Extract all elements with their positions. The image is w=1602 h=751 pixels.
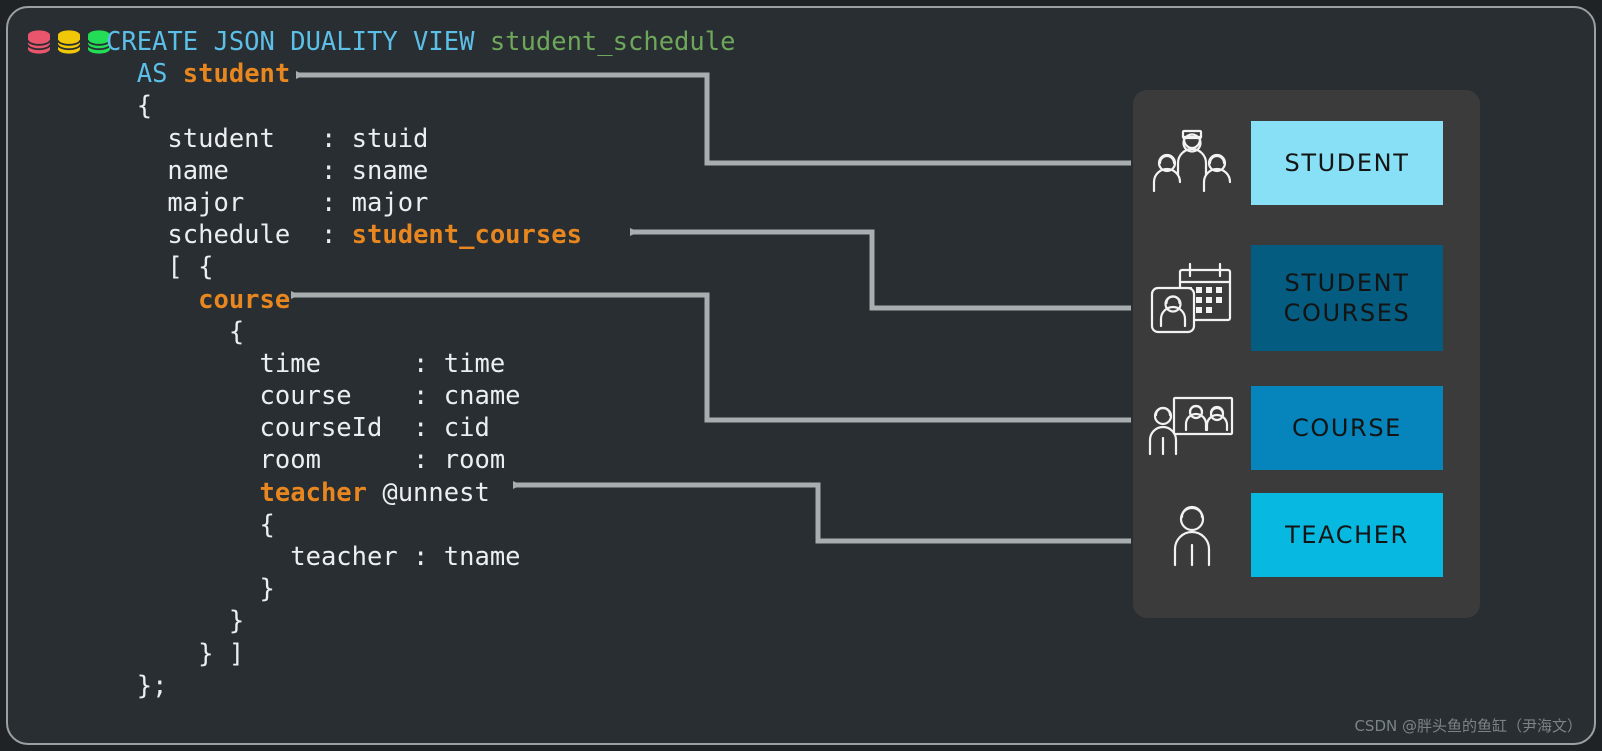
code-line-0: CREATE JSON DUALITY VIEW student_schedul… xyxy=(106,26,735,58)
code-token: student xyxy=(182,59,291,90)
code-line-17: } xyxy=(106,573,735,605)
code-token: @unnest xyxy=(367,477,490,508)
code-token: } ] xyxy=(198,638,245,669)
entity-box-student-courses[interactable]: STUDENT COURSES xyxy=(1251,245,1443,351)
entity-row-teacher[interactable]: TEACHER xyxy=(1133,485,1480,585)
database-icons-group xyxy=(26,28,112,58)
entity-row-student-courses[interactable]: STUDENT COURSES xyxy=(1133,245,1480,351)
code-line-8: course xyxy=(106,284,735,316)
code-token: } xyxy=(259,574,275,605)
code-line-4: name : sname xyxy=(106,155,735,187)
entity-box-student[interactable]: STUDENT xyxy=(1251,121,1443,205)
code-token: course : cname xyxy=(259,381,521,412)
code-line-6: schedule : student_courses xyxy=(106,219,735,251)
code-token: [ { xyxy=(167,252,214,283)
code-token: major : major xyxy=(167,187,429,218)
code-line-5: major : major xyxy=(106,187,735,219)
code-token: teacher : tname xyxy=(290,542,521,572)
code-line-10: time : time xyxy=(106,348,735,380)
group-of-people-icon xyxy=(1133,113,1251,213)
entity-row-course[interactable]: COURSE xyxy=(1133,378,1480,478)
code-line-16: teacher : tname xyxy=(106,541,735,573)
code-token: student : stuid xyxy=(167,123,429,154)
entity-panel: STUDENT STUDENT COURSES COURSE TEACHER xyxy=(1133,90,1480,618)
person-icon xyxy=(1133,485,1251,585)
code-line-15: { xyxy=(106,509,735,541)
code-token: course xyxy=(198,284,291,315)
code-token: CREATE JSON DUALITY VIEW xyxy=(106,27,490,57)
classroom-icon xyxy=(1133,378,1251,478)
entity-label-teacher: TEACHER xyxy=(1285,521,1409,549)
entity-label-course: COURSE xyxy=(1292,414,1402,442)
code-token: time : time xyxy=(259,348,506,379)
entity-label-student-courses-line1: STUDENT xyxy=(1284,269,1410,297)
code-line-3: student : stuid xyxy=(106,123,735,155)
code-line-14: teacher @unnest xyxy=(106,477,735,509)
code-line-9: { xyxy=(106,316,735,348)
code-token: { xyxy=(259,509,275,540)
code-line-1: AS student xyxy=(106,58,735,90)
entity-label-student-courses-line2: COURSES xyxy=(1283,299,1411,327)
entity-box-course[interactable]: COURSE xyxy=(1251,386,1443,470)
code-line-11: course : cname xyxy=(106,380,735,412)
sql-code-block: CREATE JSON DUALITY VIEW student_schedul… xyxy=(106,26,735,702)
code-token: courseId : cid xyxy=(259,413,490,444)
code-token: student_schedule xyxy=(489,27,736,57)
entity-row-student[interactable]: STUDENT xyxy=(1133,113,1480,213)
code-line-7: [ { xyxy=(106,251,735,283)
code-line-2: { xyxy=(106,90,735,122)
code-line-13: room : room xyxy=(106,444,735,476)
code-token: }; xyxy=(136,670,168,701)
student-calendar-icon xyxy=(1133,248,1251,348)
entity-box-teacher[interactable]: TEACHER xyxy=(1251,493,1443,577)
code-line-18: } xyxy=(106,605,735,637)
code-line-12: courseId : cid xyxy=(106,412,735,444)
code-token: } xyxy=(228,606,245,637)
code-token: { xyxy=(228,316,245,347)
code-token: name : sname xyxy=(167,155,429,186)
code-token: { xyxy=(136,91,153,122)
database-icon-red xyxy=(27,30,51,54)
code-token: room : room xyxy=(259,445,506,476)
database-icon-yellow xyxy=(57,30,81,54)
code-token: student_courses xyxy=(351,220,582,251)
code-token: teacher xyxy=(259,477,367,508)
watermark-text: CSDN @胖头鱼的鱼缸（尹海文） xyxy=(1354,717,1582,735)
code-line-20: }; xyxy=(106,670,735,702)
code-token: AS xyxy=(136,59,183,90)
screenshot-root: CREATE JSON DUALITY VIEW student_schedul… xyxy=(0,0,1602,751)
code-token: schedule : xyxy=(167,220,352,251)
entity-label-student: STUDENT xyxy=(1284,149,1410,177)
code-line-19: } ] xyxy=(106,638,735,670)
